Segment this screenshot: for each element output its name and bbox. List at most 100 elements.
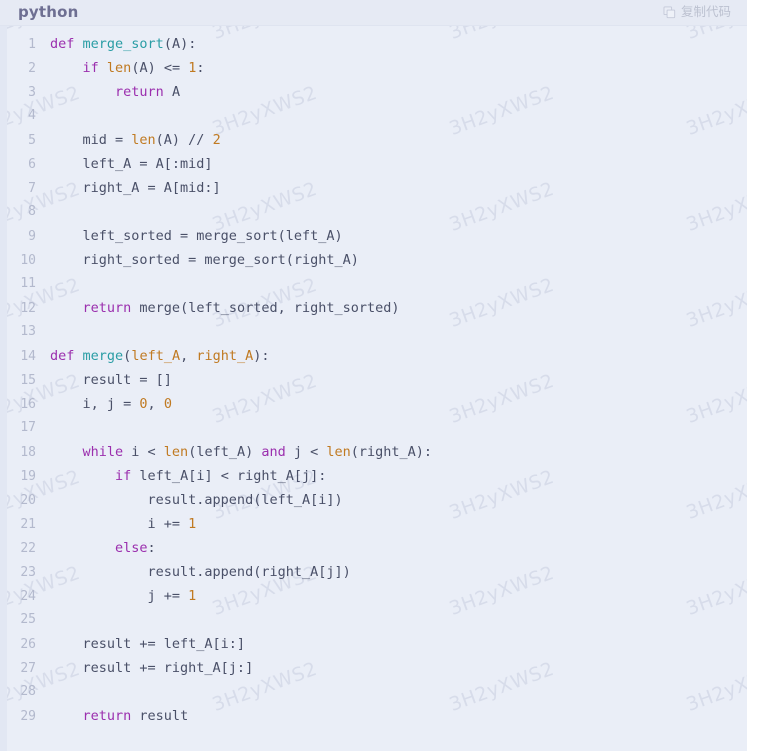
line-number: 18 <box>20 445 36 460</box>
token-pl: (A) // <box>155 132 213 148</box>
line-number: 2 <box>28 61 36 76</box>
token-pl: A <box>163 84 181 100</box>
token-pl: ): <box>253 348 270 364</box>
code-line: 2 if len(A) <= 1: <box>0 56 747 80</box>
code-line: 24 j += 1 <box>0 584 747 608</box>
line-content: def merge_sort(A): <box>46 32 196 56</box>
token-pl: right_A = A[mid:] <box>50 180 221 196</box>
code-line: 26 result += left_A[i:] <box>0 632 747 656</box>
code-line: 5 mid = len(A) // 2 <box>0 128 747 152</box>
token-pl: , <box>180 348 197 364</box>
line-number: 20 <box>20 493 36 508</box>
line-number: 22 <box>20 541 36 556</box>
copy-code-label: 复制代码 <box>680 4 731 20</box>
token-pl: mid = <box>50 132 132 148</box>
token-par: right_A <box>196 348 254 364</box>
code-line: 12 return merge(left_sorted, right_sorte… <box>0 296 747 320</box>
line-number: 26 <box>20 637 36 652</box>
line-number: 28 <box>20 684 36 699</box>
code-line: 15 result = [] <box>0 368 747 392</box>
line-content: return merge(left_sorted, right_sorted) <box>46 296 400 320</box>
token-kw: def <box>50 36 75 52</box>
line-content: result = [] <box>46 368 172 392</box>
code-line: 11 <box>0 272 747 296</box>
code-line: 6 left_A = A[:mid] <box>0 152 747 176</box>
token-pl: i, j = <box>50 396 140 412</box>
code-line: 13 <box>0 320 747 344</box>
line-content: mid = len(A) // 2 <box>46 128 221 152</box>
line-content: result += right_A[j:] <box>46 656 254 680</box>
line-number: 23 <box>20 565 36 580</box>
code-line: 19 if left_A[i] < right_A[j]: <box>0 464 747 488</box>
code-line: 17 <box>0 416 747 440</box>
token-kw: return <box>82 300 132 316</box>
copy-code-button[interactable]: 复制代码 <box>663 6 731 19</box>
code-line: 14 def merge(left_A, right_A): <box>0 344 747 368</box>
line-number: 17 <box>20 420 36 435</box>
code-line: 23 result.append(right_A[j]) <box>0 560 747 584</box>
token-pl: left_sorted = merge_sort(left_A) <box>50 228 343 244</box>
code-lines: 1 def merge_sort(A): 2 if len(A) <= 1: 3 re… <box>0 26 747 728</box>
token-pl: (left_A) <box>188 444 262 460</box>
line-number: 25 <box>20 612 36 627</box>
code-line: 22 else: <box>0 536 747 560</box>
token-num: 1 <box>188 588 197 604</box>
code-line: 4 <box>0 104 747 128</box>
code-line: 16 i, j = 0, 0 <box>0 392 747 416</box>
token-pl: result.append(right_A[j]) <box>50 564 351 580</box>
code-line: 10 right_sorted = merge_sort(right_A) <box>0 248 747 272</box>
line-content: i, j = 0, 0 <box>46 392 172 416</box>
line-number: 16 <box>20 397 36 412</box>
token-pl: i += <box>50 516 189 532</box>
code-line: 27 result += right_A[j:] <box>0 656 747 680</box>
line-number: 24 <box>20 589 36 604</box>
code-line: 28 <box>0 680 747 704</box>
code-line: 25 <box>0 608 747 632</box>
token-pl: result.append(left_A[i]) <box>50 492 343 508</box>
code-line: 8 <box>0 200 747 224</box>
line-content: i += 1 <box>46 512 197 536</box>
language-label: python <box>18 3 79 21</box>
line-content: else: <box>46 536 156 560</box>
line-number: 1 <box>28 37 36 52</box>
token-pl: result = [] <box>50 372 172 388</box>
token-kw: def <box>50 348 75 364</box>
line-number: 11 <box>20 276 36 291</box>
token-pl: , <box>147 396 164 412</box>
token-bi: len <box>163 444 189 460</box>
token-pl: i < <box>123 444 164 460</box>
line-number: 13 <box>20 324 36 339</box>
line-content: while i < len(left_A) and j < len(right_… <box>46 440 433 464</box>
line-number: 5 <box>28 133 36 148</box>
line-content: result.append(right_A[j]) <box>46 560 351 584</box>
line-number: 29 <box>20 709 36 724</box>
token-bi: len <box>131 132 156 148</box>
token-pl: : <box>196 60 205 76</box>
token-pl: left_A[i] < right_A[j]: <box>131 468 327 484</box>
token-bi: len <box>106 60 132 76</box>
token-pl: j += <box>50 588 189 604</box>
line-content: return result <box>46 704 189 728</box>
code-line: 7 right_A = A[mid:] <box>0 176 747 200</box>
token-pl: result += left_A[i:] <box>50 636 246 652</box>
line-content: right_sorted = merge_sort(right_A) <box>46 248 359 272</box>
code-line: 1 def merge_sort(A): <box>0 32 747 56</box>
token-num: 0 <box>139 396 148 412</box>
code-block: 3H2yXWS2 3H2yXWS2 3H2yXWS2 3H2yXWS2 3H2yXWS2… <box>0 0 747 751</box>
code-line: 21 i += 1 <box>0 512 747 536</box>
line-content: right_A = A[mid:] <box>46 176 221 200</box>
line-number: 14 <box>20 349 36 364</box>
token-bi: len <box>326 444 351 460</box>
code-body[interactable]: 1 def merge_sort(A): 2 if len(A) <= 1: 3 re… <box>0 26 747 751</box>
token-pl: (right_A): <box>350 444 433 460</box>
line-number: 8 <box>28 204 36 219</box>
code-block-header: python 复制代码 <box>0 0 747 26</box>
token-kw: if <box>82 60 99 76</box>
token-kw: else <box>115 540 148 556</box>
